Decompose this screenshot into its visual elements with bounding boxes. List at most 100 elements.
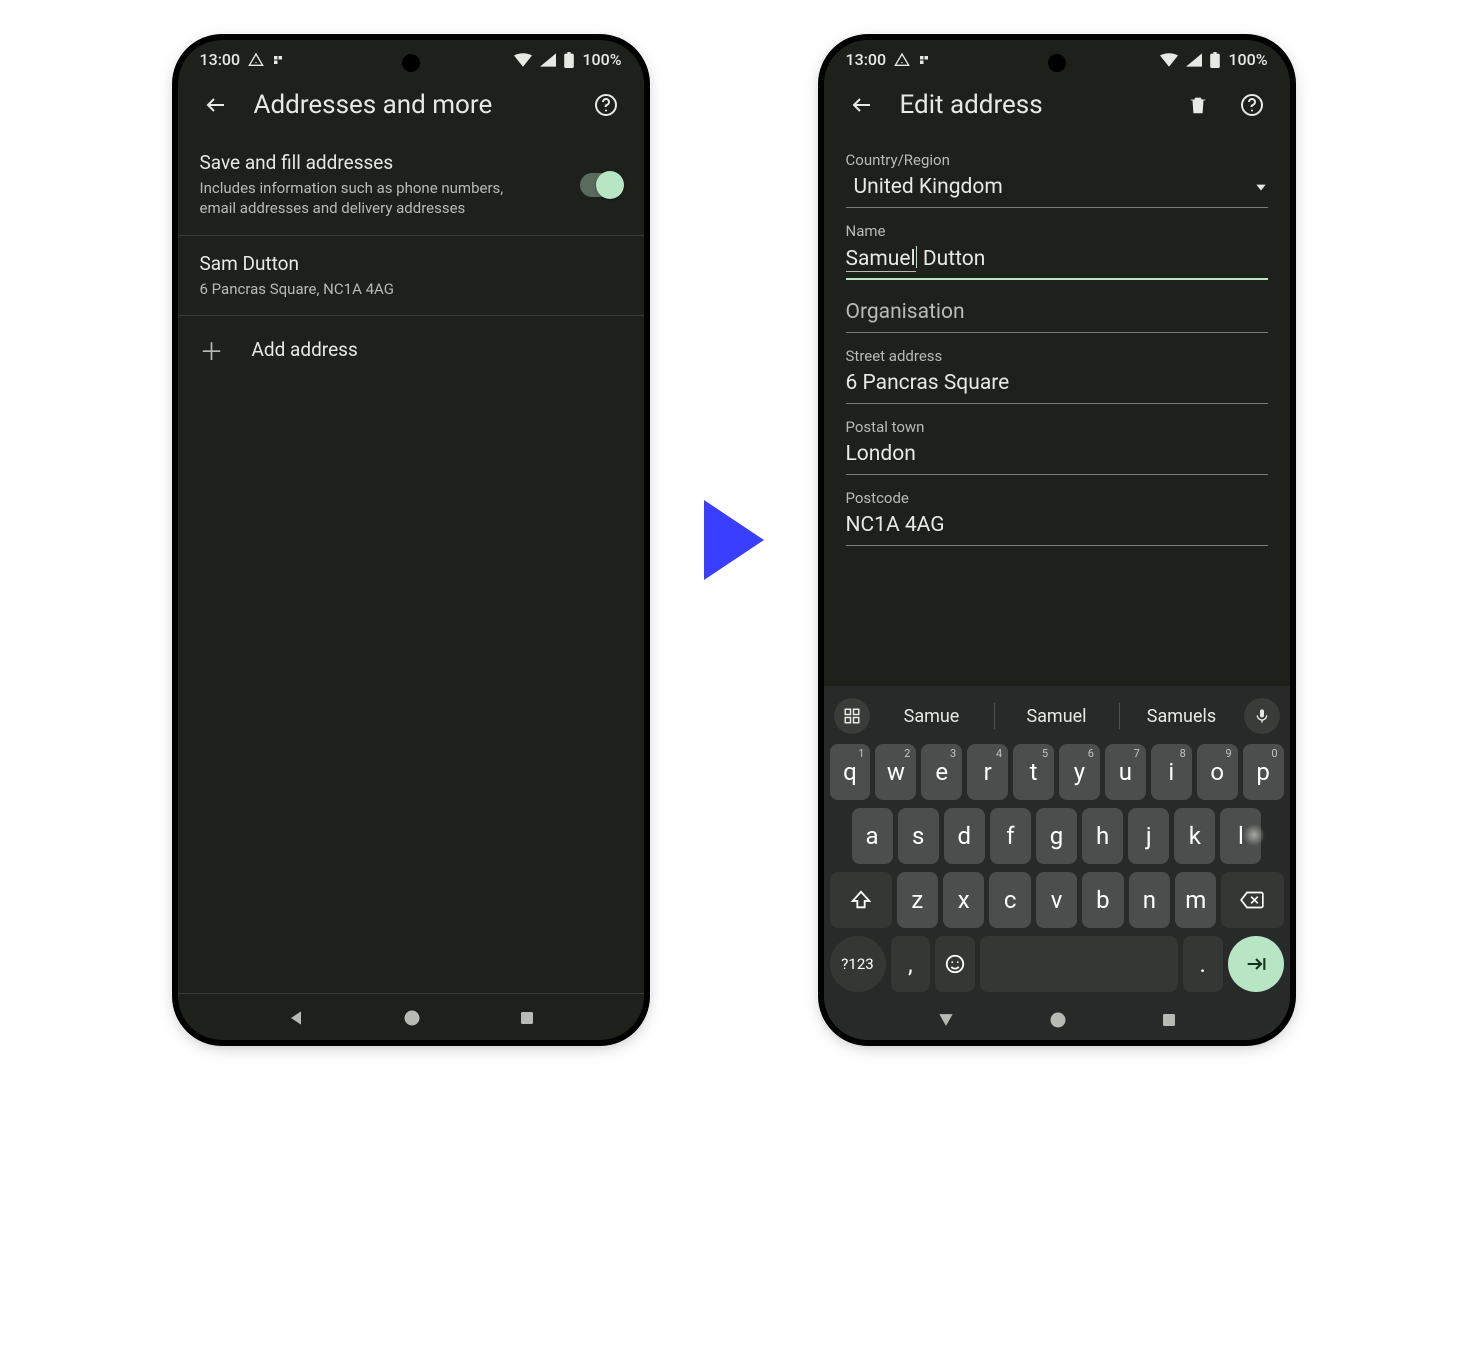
- nav-bar: [830, 1000, 1284, 1036]
- nav-bar: [178, 994, 644, 1040]
- battery-percent: 100%: [1228, 50, 1267, 69]
- suggestion-bar: Samue Samuel Samuels: [830, 694, 1284, 744]
- shift-key[interactable]: [830, 872, 892, 928]
- address-entry[interactable]: Sam Dutton 6 Pancras Square, NC1A 4AG: [178, 235, 644, 315]
- key-g[interactable]: g: [1036, 808, 1077, 864]
- key-q[interactable]: q1: [830, 744, 871, 800]
- key-v[interactable]: v: [1036, 872, 1077, 928]
- nav-back-icon[interactable]: [286, 1008, 306, 1028]
- app-bar: Addresses and more: [178, 73, 644, 135]
- chevron-down-icon: [1254, 180, 1268, 194]
- country-label: Country/Region: [846, 151, 1268, 169]
- key-w[interactable]: w2: [875, 744, 916, 800]
- suggestion-1[interactable]: Samue: [876, 706, 988, 727]
- key-h[interactable]: h: [1082, 808, 1123, 864]
- key-p[interactable]: p0: [1243, 744, 1284, 800]
- add-address-label: Add address: [252, 338, 358, 361]
- backspace-key[interactable]: [1221, 872, 1283, 928]
- app-bar: Edit address: [824, 73, 1290, 135]
- suggestion-2[interactable]: Samuel: [1001, 706, 1113, 727]
- key-z[interactable]: z: [897, 872, 938, 928]
- emoji-key[interactable]: [935, 936, 975, 992]
- key-j[interactable]: j: [1128, 808, 1169, 864]
- name-label: Name: [846, 222, 1268, 240]
- numeric-key[interactable]: ?123: [830, 936, 886, 992]
- town-value: London: [846, 442, 916, 466]
- mic-icon: [1254, 707, 1270, 725]
- keyboard-row-4: ?123 , .: [830, 936, 1284, 992]
- battery-icon: [564, 52, 574, 68]
- soft-keyboard: Samue Samuel Samuels q1w2e3r4t5y6u7i8o9p…: [824, 686, 1290, 1040]
- town-input[interactable]: London: [846, 436, 1268, 475]
- add-address-row[interactable]: ＋ Add address: [178, 315, 644, 383]
- street-input[interactable]: 6 Pancras Square: [846, 365, 1268, 404]
- nav-home-icon[interactable]: [1048, 1010, 1068, 1030]
- key-e[interactable]: e3: [921, 744, 962, 800]
- delete-button[interactable]: [1182, 89, 1214, 121]
- name-input[interactable]: Samuel Dutton: [846, 240, 1268, 280]
- entry-name: Sam Dutton: [200, 252, 622, 275]
- plus-small-icon: [272, 54, 284, 66]
- backspace-icon: [1239, 890, 1265, 910]
- key-s[interactable]: s: [898, 808, 939, 864]
- space-key[interactable]: [980, 936, 1178, 992]
- signal-icon: [1186, 53, 1202, 67]
- page-title: Addresses and more: [254, 90, 568, 120]
- nav-keyboard-hide-icon[interactable]: [936, 1012, 956, 1028]
- help-button[interactable]: [1236, 89, 1268, 121]
- save-fill-toggle-row[interactable]: Save and fill addresses Includes informa…: [178, 135, 644, 235]
- back-button[interactable]: [200, 89, 232, 121]
- toggle-desc: Includes information such as phone numbe…: [200, 178, 540, 219]
- key-l[interactable]: l: [1220, 808, 1261, 864]
- town-label: Postal town: [846, 418, 1268, 436]
- enter-key[interactable]: [1228, 936, 1284, 992]
- name-first-word: Samuel: [846, 247, 916, 271]
- alert-triangle-icon: [248, 52, 264, 68]
- key-k[interactable]: k: [1174, 808, 1215, 864]
- nav-recent-icon[interactable]: [1160, 1011, 1178, 1029]
- alert-triangle-icon: [894, 52, 910, 68]
- grid-icon: [843, 707, 861, 725]
- wifi-icon: [1160, 53, 1178, 67]
- signal-icon: [540, 53, 556, 67]
- keyboard-row-2: asdfghjkl: [830, 808, 1284, 864]
- key-m[interactable]: m: [1175, 872, 1216, 928]
- organisation-input[interactable]: Organisation: [846, 294, 1268, 333]
- nav-home-icon[interactable]: [402, 1008, 422, 1028]
- postcode-input[interactable]: NC1A 4AG: [846, 507, 1268, 546]
- key-a[interactable]: a: [852, 808, 893, 864]
- switch-on[interactable]: [580, 173, 622, 197]
- country-dropdown[interactable]: United Kingdom: [846, 169, 1268, 208]
- keyboard-row-3: zxcvbnm: [830, 872, 1284, 928]
- period-key[interactable]: .: [1183, 936, 1223, 992]
- key-u[interactable]: u7: [1105, 744, 1146, 800]
- back-button[interactable]: [846, 89, 878, 121]
- country-value: United Kingdom: [854, 175, 1003, 199]
- key-t[interactable]: t5: [1013, 744, 1054, 800]
- nav-recent-icon[interactable]: [518, 1009, 536, 1027]
- key-x[interactable]: x: [943, 872, 984, 928]
- key-o[interactable]: o9: [1197, 744, 1238, 800]
- clipboard-button[interactable]: [834, 698, 870, 734]
- key-n[interactable]: n: [1129, 872, 1170, 928]
- comma-key[interactable]: ,: [891, 936, 931, 992]
- status-time: 13:00: [200, 50, 241, 69]
- page-title: Edit address: [900, 90, 1160, 120]
- help-button[interactable]: [590, 89, 622, 121]
- key-r[interactable]: r4: [967, 744, 1008, 800]
- postcode-value: NC1A 4AG: [846, 513, 945, 537]
- voice-input-button[interactable]: [1244, 698, 1280, 734]
- entry-line: 6 Pancras Square, NC1A 4AG: [200, 279, 540, 299]
- key-y[interactable]: y6: [1059, 744, 1100, 800]
- camera-notch: [1048, 54, 1066, 72]
- suggestion-3[interactable]: Samuels: [1126, 706, 1238, 727]
- key-d[interactable]: d: [944, 808, 985, 864]
- key-f[interactable]: f: [990, 808, 1031, 864]
- arrow-left-icon: [850, 93, 874, 117]
- arrow-left-icon: [204, 93, 228, 117]
- key-c[interactable]: c: [989, 872, 1030, 928]
- key-b[interactable]: b: [1082, 872, 1123, 928]
- flow-arrow-icon: [704, 500, 764, 580]
- trash-icon: [1187, 94, 1209, 116]
- key-i[interactable]: i8: [1151, 744, 1192, 800]
